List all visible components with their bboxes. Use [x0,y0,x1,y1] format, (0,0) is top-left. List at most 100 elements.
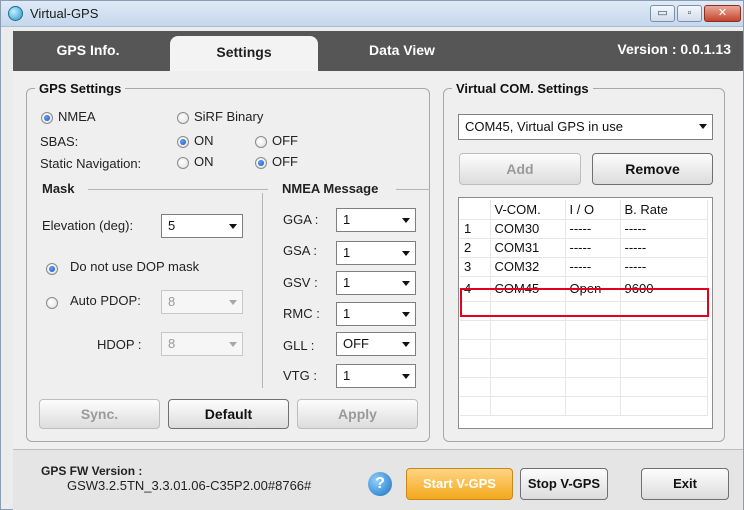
tab-data-view[interactable]: Data View [331,31,473,71]
com-port-select[interactable]: COM45, Virtual GPS in use [458,114,713,140]
default-button[interactable]: Default [168,399,289,429]
static-nav-off-label: OFF [272,154,298,169]
nmea-gll-select[interactable]: OFF [336,332,416,356]
nmea-rmc-label: RMC : [283,306,320,321]
table-header-row: V-COM. I / O B. Rate [460,200,708,220]
nmea-message-legend: NMEA Message [282,181,379,196]
chevron-down-icon [402,342,410,347]
sbas-off-radio[interactable] [255,136,267,148]
auto-pdop-select[interactable]: 8 [161,290,243,314]
cell-io: ----- [565,238,621,258]
com-port-value: COM45, Virtual GPS in use [465,119,623,134]
chevron-down-icon [699,124,707,129]
remove-button[interactable]: Remove [592,153,713,185]
fw-version-value: GSW3.2.5TN_3.3.01.06-C35P2.00#8766# [67,478,312,493]
elevation-label: Elevation (deg): [42,218,134,233]
nmea-radio[interactable] [41,112,53,124]
table-row-empty [460,396,708,416]
nmea-vtg-value: 1 [343,368,351,383]
cell-index: 3 [460,257,491,277]
static-nav-label: Static Navigation: [40,156,142,171]
nmea-gga-label: GGA : [283,212,319,227]
chevron-down-icon [402,281,410,286]
sync-button[interactable]: Sync. [39,399,160,429]
nmea-gga-select[interactable]: 1 [336,208,416,232]
nmea-gll-label: GLL : [283,338,315,353]
static-nav-off-radio[interactable] [255,157,267,169]
nmea-gsa-label: GSA : [283,243,317,258]
cell-index: 2 [460,238,491,258]
start-vgps-button[interactable]: Start V-GPS [406,468,513,500]
table-row-empty [460,377,708,397]
virtual-com-legend: Virtual COM. Settings [456,81,589,96]
nmea-gll-value: OFF [343,336,369,351]
close-button[interactable]: ✕ [704,5,741,22]
sirf-binary-radio[interactable] [177,112,189,124]
tab-bar: GPS Info. Settings Data View Version : 0… [13,31,743,71]
chevron-down-icon [229,224,237,229]
col-baud-header: B. Rate [620,200,708,220]
apply-button[interactable]: Apply [297,399,418,429]
minimize-button[interactable]: ▭ [650,5,675,22]
chevron-down-icon [402,218,410,223]
static-nav-on-radio[interactable] [177,157,189,169]
cell-vcom: COM30 [490,219,566,239]
nmea-vtg-select[interactable]: 1 [336,364,416,388]
nmea-rmc-value: 1 [343,306,351,321]
table-row[interactable]: 2 COM31 ----- ----- [460,238,708,258]
help-icon[interactable]: ? [368,472,392,496]
nmea-gsa-select[interactable]: 1 [336,241,416,265]
auto-pdop-value: 8 [168,294,176,309]
mask-nmea-divider [262,193,263,388]
stop-vgps-button[interactable]: Stop V-GPS [520,468,608,500]
elevation-value: 5 [168,218,176,233]
exit-button[interactable]: Exit [641,468,729,500]
nmea-gsv-value: 1 [343,275,351,290]
col-io-header: I / O [565,200,621,220]
table-row-empty [460,320,708,340]
elevation-select[interactable]: 5 [161,214,243,238]
cell-io: ----- [565,257,621,277]
tab-gps-info[interactable]: GPS Info. [13,31,163,71]
cell-index: 1 [460,219,491,239]
nmea-rmc-select[interactable]: 1 [336,302,416,326]
no-dop-mask-radio[interactable] [46,263,58,275]
auto-pdop-label: Auto PDOP: [70,293,141,308]
nmea-gsv-select[interactable]: 1 [336,271,416,295]
maximize-button[interactable]: ▫ [677,5,702,22]
chevron-down-icon [229,300,237,305]
cell-baud: ----- [620,219,708,239]
table-row-empty [460,339,708,359]
table-row-empty [460,358,708,378]
highlight-box [460,288,709,317]
sbas-on-radio[interactable] [177,136,189,148]
mask-legend: Mask [42,181,75,196]
app-window: Virtual-GPS ▭ ▫ ✕ GPS Info. Settings Dat… [0,0,744,510]
nmea-label: NMEA [58,109,96,124]
sbas-off-label: OFF [272,133,298,148]
static-nav-on-label: ON [194,154,214,169]
sbas-on-label: ON [194,133,214,148]
add-button[interactable]: Add [459,153,581,185]
chevron-down-icon [402,374,410,379]
hdop-select[interactable]: 8 [161,332,243,356]
table-row[interactable]: 3 COM32 ----- ----- [460,257,708,277]
nmea-gsa-value: 1 [343,245,351,260]
fw-version-label: GPS FW Version : [41,464,143,478]
mask-divider [88,189,268,190]
chevron-down-icon [402,312,410,317]
nmea-gga-value: 1 [343,212,351,227]
cell-vcom: COM31 [490,238,566,258]
title-bar[interactable]: Virtual-GPS ▭ ▫ ✕ [1,1,743,27]
nmea-divider [396,189,430,190]
tab-settings[interactable]: Settings [170,36,318,71]
no-dop-mask-label: Do not use DOP mask [70,259,200,274]
auto-pdop-radio[interactable] [46,297,58,309]
cell-vcom: COM32 [490,257,566,277]
table-row[interactable]: 1 COM30 ----- ----- [460,219,708,239]
cell-io: ----- [565,219,621,239]
col-index-header [460,200,491,220]
gps-settings-legend: GPS Settings [39,81,122,96]
chevron-down-icon [229,342,237,347]
version-label: Version : 0.0.1.13 [617,41,731,57]
